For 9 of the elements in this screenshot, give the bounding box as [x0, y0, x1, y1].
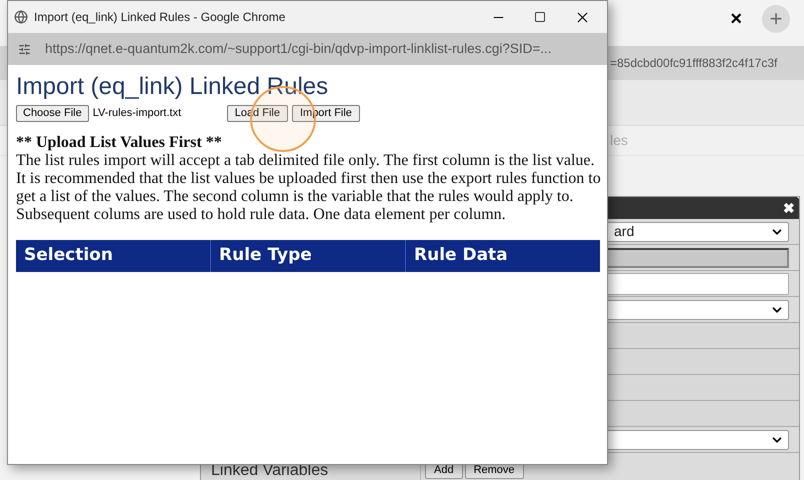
row-label: Linked Variables — [211, 462, 328, 480]
column-header: Rule Type — [210, 240, 405, 272]
column-header: Selection — [23, 244, 114, 268]
notice-text: The list rules import will accept a tab delimited file only. The first column is the list value. It is recommended that the list values be uploaded first then use the export rules function to get a list of the values. The second column is the variable that the rules would apply to. Subsequent colums are used to hold rule data. One data element per column. — [16, 152, 602, 224]
faint-label: les — [610, 131, 628, 150]
column-header: Rule Data — [405, 240, 600, 272]
window-title: Import (eq_link) Linked Rules - Google Chrome — [34, 9, 286, 26]
file-name: LV-rules-import.txt — [92, 106, 182, 121]
notice-title: ** Upload List Values First ** — [16, 134, 223, 152]
